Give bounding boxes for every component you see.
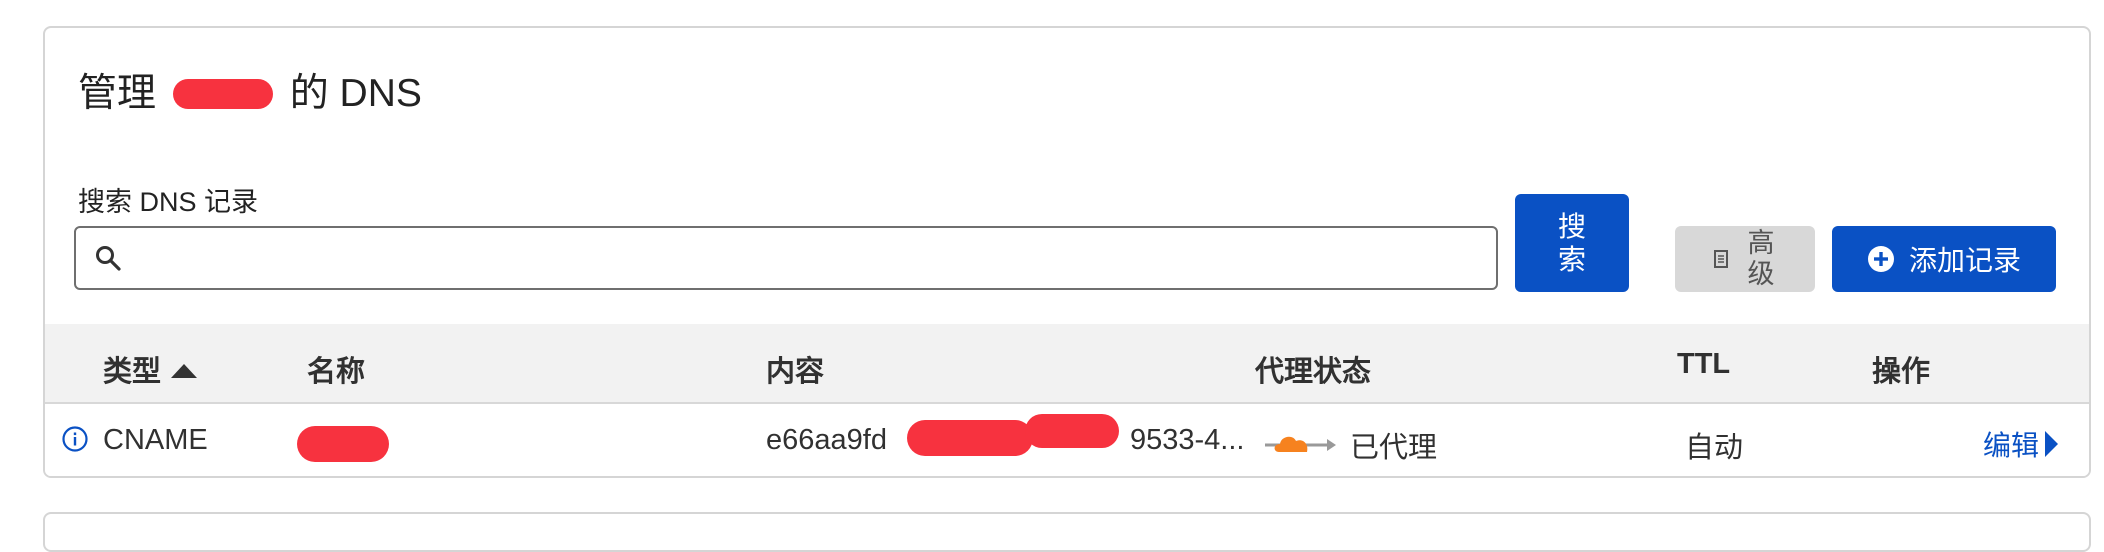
advanced-button[interactable]: 高级 [1675,226,1815,292]
record-type: CNAME [103,424,208,456]
column-type-label: 类型 [103,356,162,388]
page-title-prefix: 管理 [78,72,157,115]
column-type[interactable]: 类型 [103,348,198,390]
table-header: 类型 名称 内容 代理状态 TTL 操作 [45,324,2089,404]
page-title: 管理 的 DNS [78,62,422,118]
redacted-content-2 [1025,414,1119,448]
edit-label: 编辑 [1983,430,2040,461]
search-button[interactable]: 搜索 [1515,194,1629,292]
page-title-suffix: 的 DNS [289,72,422,115]
column-proxy-status: 代理状态 [1255,356,1372,388]
redacted-name [297,426,389,462]
cloud-icon[interactable] [1263,428,1337,456]
search-label: 搜索 DNS 记录 [78,187,259,217]
info-icon[interactable] [62,426,88,452]
search-icon [96,246,121,271]
column-actions: 操作 [1872,356,1931,388]
proxy-status: 已代理 [1350,432,1438,464]
add-record-button[interactable]: 添加记录 [1832,226,2056,292]
sort-asc-icon [171,364,198,378]
plus-circle-icon [1867,246,1894,272]
search-field[interactable] [74,226,1498,290]
column-ttl: TTL [1677,348,1731,380]
chevron-right-icon [2045,431,2059,457]
dns-management-card: 管理 的 DNS 搜索 DNS 记录 搜索 高级 添加记录 类型 名称 内容 代… [43,26,2091,478]
edit-button[interactable]: 编辑 [1983,424,2059,464]
add-record-label: 添加记录 [1908,245,2021,276]
record-content-end: 9533-4... [1130,424,1245,456]
record-content-start: e66aa9fd [766,424,887,456]
document-icon [1714,250,1728,268]
record-ttl: 自动 [1685,432,1744,464]
search-button-label: 搜索 [1557,211,1586,275]
table-row[interactable]: CNAME o e66aa9fd 9533-4... 已代理 自动 编辑 [45,404,2089,476]
column-content: 内容 [766,356,825,388]
redacted-domain [172,78,273,109]
redacted-content [907,420,1033,456]
advanced-button-label: 高级 [1747,228,1775,289]
next-card [43,512,2091,552]
search-input[interactable] [138,232,1482,286]
column-name: 名称 [307,356,366,388]
